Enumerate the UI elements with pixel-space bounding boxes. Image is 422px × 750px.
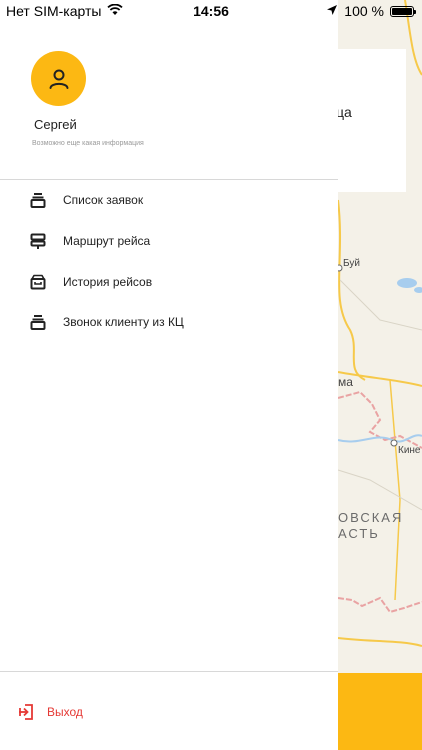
battery-percent: 100 % <box>344 3 384 19</box>
status-right-group: 100 % <box>326 3 416 19</box>
map-action-button[interactable] <box>338 673 422 750</box>
map-card-text: ца <box>336 104 352 120</box>
logout-button[interactable]: Выход <box>0 696 200 728</box>
battery-icon <box>390 5 416 17</box>
map-place-label: ма <box>338 375 353 389</box>
menu-item-route[interactable]: Маршрут рейса <box>0 221 338 261</box>
avatar[interactable] <box>31 51 86 106</box>
stack-icon <box>29 313 47 331</box>
logout-icon <box>17 703 35 721</box>
map-place-label: Кине <box>398 445 421 456</box>
status-bar: Нет SIM-карты 14:56 100 % <box>0 0 422 22</box>
map-place-label: Буй <box>343 258 360 269</box>
divider <box>0 671 338 672</box>
user-icon <box>49 69 68 89</box>
stack-icon <box>29 191 47 209</box>
navigation-drawer: Сергей Возможно еще какая информация Спи… <box>0 0 338 750</box>
menu-item-label: История рейсов <box>63 275 153 289</box>
menu-item-call-client[interactable]: Звонок клиенту из КЦ <box>0 302 338 342</box>
menu-item-label: Звонок клиенту из КЦ <box>63 315 184 329</box>
location-arrow-icon <box>326 3 338 19</box>
menu-item-label: Список заявок <box>63 193 144 207</box>
map-region-label: АСТЬ <box>338 526 380 541</box>
user-name: Сергей <box>34 117 77 132</box>
menu-item-history[interactable]: История рейсов <box>0 262 338 302</box>
map-region-label: ОВСКАЯ <box>338 510 404 525</box>
archive-box-icon <box>29 273 47 291</box>
menu-item-requests[interactable]: Список заявок <box>0 180 338 220</box>
signpost-icon <box>29 232 47 250</box>
user-info: Возможно еще какая информация <box>32 140 144 147</box>
logout-label: Выход <box>47 705 83 719</box>
menu-item-label: Маршрут рейса <box>63 234 151 248</box>
